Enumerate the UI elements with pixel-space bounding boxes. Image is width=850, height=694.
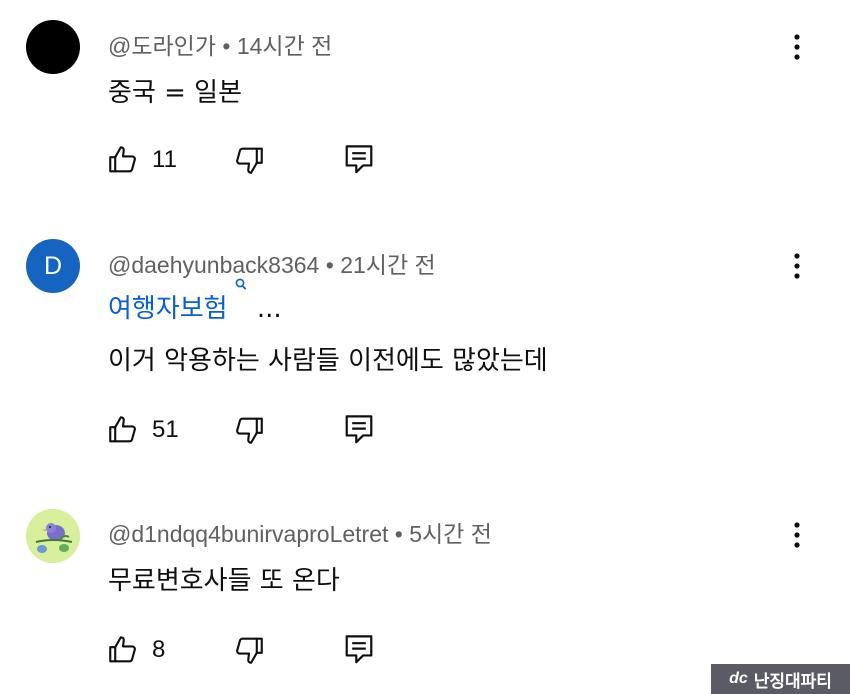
more-vert-icon [794, 34, 800, 60]
comment-time[interactable]: 21시간 전 [340, 252, 435, 278]
more-vert-icon [794, 253, 800, 279]
thumbs-up-icon [106, 633, 140, 667]
comment-actions: 51 [106, 412, 406, 448]
comment-text: 이거 악용하는 사람들 이전에도 많았는데 [108, 346, 548, 376]
watermark-logo: dc [729, 670, 748, 687]
avatar-letter: D [43, 251, 63, 280]
thumbs-down-icon [232, 143, 266, 177]
comment-text: 무료변호사들 또 온다 [108, 566, 340, 596]
dislike-button[interactable] [232, 142, 266, 178]
like-button[interactable]: 51 [106, 412, 179, 448]
comment-author[interactable]: @도라인가 [108, 33, 216, 59]
comment-time[interactable]: 5시간 전 [409, 521, 492, 547]
watermark-text: 난징대파티 [753, 671, 832, 692]
reply-button[interactable] [344, 412, 374, 448]
comment-actions: 8 [106, 632, 406, 668]
like-count: 11 [152, 146, 177, 173]
more-options-button[interactable] [782, 518, 812, 552]
thumbs-up-icon [106, 413, 140, 447]
search-link[interactable]: 여행자보험 ... [108, 278, 282, 325]
avatar[interactable] [26, 509, 80, 563]
like-button[interactable]: 11 [106, 142, 177, 178]
dislike-button[interactable] [232, 412, 266, 448]
comment-meta: @d1ndqq4bunirvaproLetret • 5시간 전 [108, 515, 492, 549]
meta-separator: • [325, 252, 334, 278]
more-options-button[interactable] [782, 249, 812, 283]
like-count: 8 [152, 636, 166, 663]
meta-separator: • [394, 521, 403, 547]
bird-avatar-image [26, 509, 80, 563]
reply-icon [344, 143, 374, 177]
avatar[interactable]: D [26, 239, 80, 293]
reply-icon [344, 413, 374, 447]
avatar[interactable] [26, 20, 80, 74]
more-options-button[interactable] [782, 30, 812, 64]
reply-button[interactable] [344, 632, 374, 668]
comment-meta: @도라인가 • 14시간 전 [108, 27, 332, 61]
text-ellipsis: ... [256, 294, 282, 324]
comment-text: 중국 = 일본 [108, 78, 242, 108]
comment-meta: @daehyunback8364 • 21시간 전 [108, 246, 436, 280]
like-button[interactable]: 8 [106, 632, 165, 668]
comment-actions: 11 [106, 142, 406, 178]
comment-time[interactable]: 14시간 전 [237, 33, 332, 59]
comment-author[interactable]: @daehyunback8364 [108, 252, 319, 278]
meta-separator: • [222, 33, 231, 59]
like-count: 51 [152, 416, 179, 443]
thumbs-down-icon [232, 413, 266, 447]
comment-author[interactable]: @d1ndqq4bunirvaproLetret [108, 521, 388, 547]
search-link-label: 여행자보험 [108, 294, 228, 324]
reply-button[interactable] [344, 142, 374, 178]
more-vert-icon [794, 522, 800, 548]
dislike-button[interactable] [232, 632, 266, 668]
reply-icon [344, 633, 374, 667]
thumbs-up-icon [106, 143, 140, 177]
thumbs-down-icon [232, 633, 266, 667]
search-icon [231, 278, 251, 311]
site-watermark: dc 난징대파티 [711, 664, 850, 694]
